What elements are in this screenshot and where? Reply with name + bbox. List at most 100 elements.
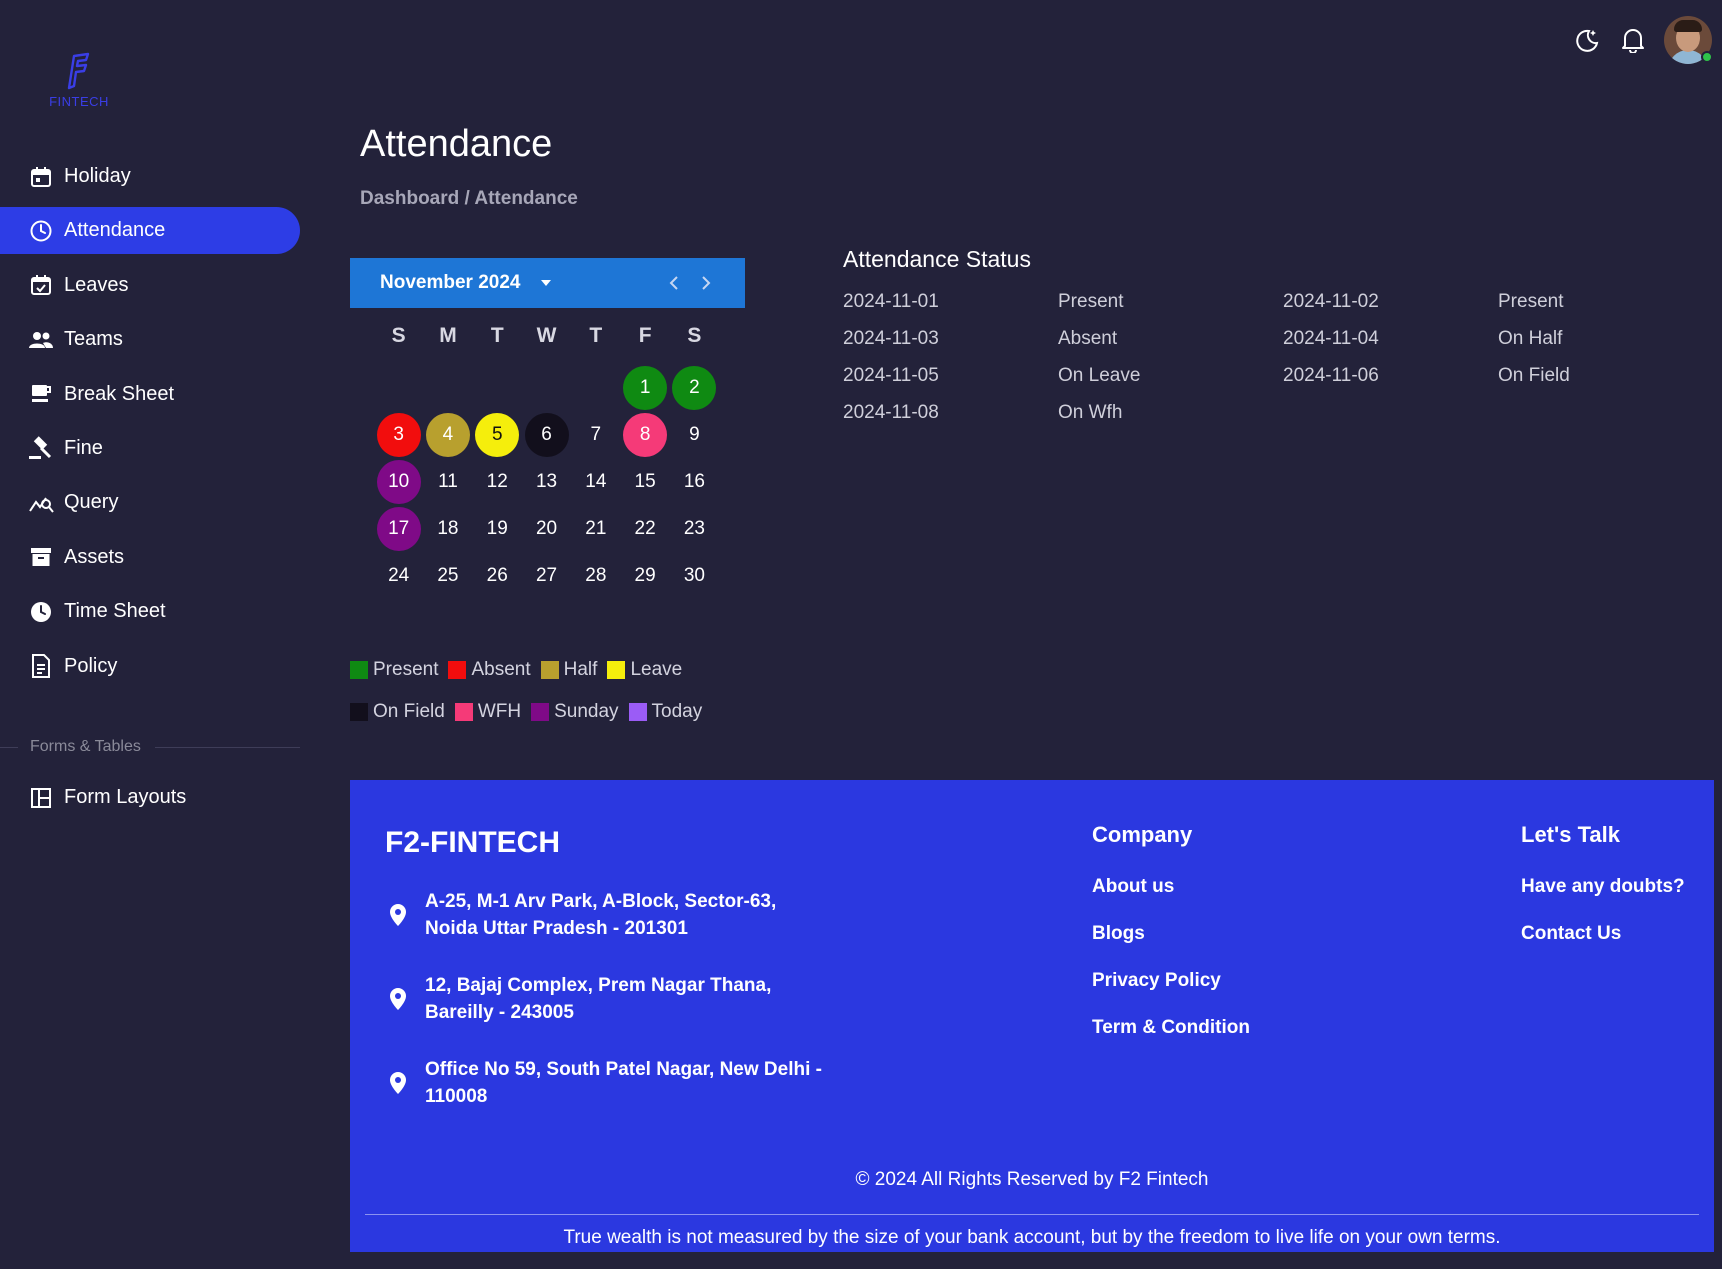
clock-icon (28, 218, 54, 244)
attendance-calendar: November 2024 SMTWTFS 1 2 3 4 5 6 7 8 9 10 11 12 13 1… (350, 258, 745, 599)
calendar-icon (28, 164, 54, 190)
divider (154, 746, 300, 748)
brand-logo[interactable]: FINTECH (44, 52, 114, 109)
sidebar-item-form-layouts[interactable]: Form Layouts (0, 774, 300, 821)
calendar-day[interactable]: 19 (473, 505, 522, 552)
calendar-day[interactable]: 13 (522, 458, 571, 505)
footer-divider (365, 1214, 1699, 1215)
calendar-day[interactable]: 15 (620, 458, 669, 505)
calendar-day[interactable]: 16 (670, 458, 719, 505)
footer-address: Office No 59, South Patel Nagar, New Del… (385, 1056, 825, 1110)
status-date: 2024-11-05 (843, 364, 939, 386)
calendar-month-label[interactable]: November 2024 (380, 272, 520, 294)
calendar-day[interactable]: 10 (374, 458, 423, 505)
legend-item: Half (540, 659, 597, 681)
chevron-left-icon[interactable] (663, 272, 685, 294)
status-value: On Half (1498, 327, 1563, 349)
attendance-status-list: 2024-11-01 Present 2024-11-02 Present 2024-1… (843, 283, 1570, 431)
sidebar-item-time-sheet[interactable]: Time Sheet (0, 588, 300, 635)
calendar-day[interactable]: 22 (620, 505, 669, 552)
caret-down-icon[interactable] (540, 274, 552, 292)
calendar-day[interactable]: 9 (670, 411, 719, 458)
calendar-day[interactable]: 8 (620, 411, 669, 458)
sidebar-item-fine[interactable]: Fine (0, 425, 300, 472)
calendar-day-number: 16 (683, 470, 705, 492)
calendar-day[interactable]: 20 (522, 505, 571, 552)
calendar-day[interactable]: 27 (522, 552, 571, 599)
calendar-day[interactable]: 30 (670, 552, 719, 599)
legend-swatch (350, 661, 368, 679)
calendar-day[interactable]: 17 (374, 505, 423, 552)
calendar-day[interactable]: 29 (620, 552, 669, 599)
header-actions (1572, 16, 1713, 64)
moon-icon[interactable] (1572, 25, 1602, 55)
footer-company-title: Company (1092, 822, 1193, 847)
sidebar-item-label: Attendance (64, 219, 166, 242)
footer-link-privacy[interactable]: Privacy Policy (1092, 970, 1221, 992)
footer-link-blogs[interactable]: Blogs (1092, 923, 1145, 945)
calendar-day-number: 3 (376, 412, 421, 457)
weekday-label: M (439, 324, 457, 347)
map-pin-icon (385, 987, 425, 1011)
sidebar-item-query[interactable]: Query (0, 479, 300, 526)
calendar-empty-cell (522, 364, 571, 411)
coffee-icon (28, 381, 54, 407)
sidebar-item-attendance[interactable]: Attendance (0, 207, 300, 255)
calendar-day[interactable]: 11 (423, 458, 472, 505)
sidebar-item-leaves[interactable]: Leaves (0, 262, 300, 309)
user-menu[interactable] (1664, 16, 1713, 64)
status-date: 2024-11-02 (1283, 290, 1379, 312)
bell-icon[interactable] (1618, 25, 1648, 55)
map-pin-icon (385, 903, 425, 927)
calendar-day-number: 7 (590, 423, 602, 445)
calendar-day[interactable]: 14 (571, 458, 620, 505)
chevron-right-icon[interactable] (695, 272, 717, 294)
legend-label: Present (373, 659, 439, 680)
legend-swatch (540, 661, 559, 679)
calendar-day[interactable]: 1 (620, 364, 669, 411)
calendar-day[interactable]: 2 (670, 364, 719, 411)
calendar-day[interactable]: 26 (473, 552, 522, 599)
calendar-day[interactable]: 7 (571, 411, 620, 458)
weekday-label: S (687, 324, 702, 347)
calendar-day-number: 12 (486, 470, 508, 492)
calendar-day[interactable]: 12 (473, 458, 522, 505)
calendar-day-number: 23 (683, 517, 705, 539)
sidebar-item-break-sheet[interactable]: Break Sheet (0, 371, 300, 418)
sidebar-item-label: Form Layouts (64, 786, 187, 808)
online-status-dot (1701, 51, 1713, 63)
breadcrumb[interactable]: Dashboard / Attendance (360, 188, 578, 210)
document-icon (28, 653, 54, 679)
calendar-day[interactable]: 25 (423, 552, 472, 599)
legend-swatch (628, 703, 647, 721)
footer-link-terms[interactable]: Term & Condition (1092, 1017, 1250, 1039)
calendar-day[interactable]: 4 (423, 411, 472, 458)
legend-item: Present (350, 659, 438, 681)
legend-row: Present Absent Half Leave (350, 659, 770, 681)
calendar-day[interactable]: 18 (423, 505, 472, 552)
footer-link-contact[interactable]: Contact Us (1521, 923, 1621, 945)
calendar-day[interactable]: 21 (571, 505, 620, 552)
sidebar-item-teams[interactable]: Teams (0, 316, 300, 363)
status-row: 2024-11-01 Present 2024-11-02 Present (843, 283, 1570, 320)
divider (0, 746, 18, 748)
calendar-day[interactable]: 5 (473, 411, 522, 458)
status-date: 2024-11-03 (843, 327, 939, 349)
calendar-day-number: 18 (437, 517, 459, 539)
footer-address: A-25, M-1 Arv Park, A-Block, Sector-63, … (385, 888, 825, 942)
calendar-day[interactable]: 24 (374, 552, 423, 599)
attendance-status-title: Attendance Status (843, 246, 1031, 272)
archive-box-icon (28, 544, 54, 570)
calendar-day-number: 25 (437, 564, 459, 586)
calendar-day[interactable]: 6 (522, 411, 571, 458)
footer-link-about[interactable]: About us (1092, 876, 1174, 898)
footer-link-doubts[interactable]: Have any doubts? (1521, 876, 1685, 898)
calendar-day[interactable]: 28 (571, 552, 620, 599)
sidebar-item-holiday[interactable]: Holiday (0, 153, 300, 200)
calendar-day[interactable]: 23 (670, 505, 719, 552)
calendar-day-number: 21 (585, 517, 607, 539)
calendar-day[interactable]: 3 (374, 411, 423, 458)
sidebar-item-assets[interactable]: Assets (0, 534, 300, 581)
sidebar-item-policy[interactable]: Policy (0, 643, 300, 690)
calendar-day-number: 9 (689, 423, 700, 445)
